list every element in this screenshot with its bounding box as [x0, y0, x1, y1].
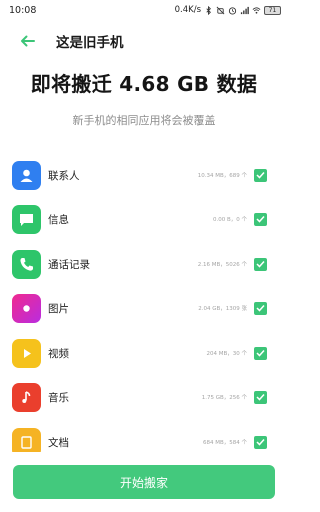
checkmark-icon — [256, 215, 265, 223]
list-item-messages[interactable]: 信息 0.00 B，0 个 — [0, 197, 288, 241]
checkmark-icon — [256, 349, 265, 357]
checkmark-icon — [256, 393, 265, 401]
checkmark-icon — [256, 171, 265, 179]
item-label: 视频 — [48, 347, 69, 360]
status-indicators: 0.4K/s 71 — [175, 5, 281, 15]
gallery-icon — [12, 293, 41, 323]
item-label: 联系人 — [48, 169, 80, 182]
network-speed: 0.4K/s — [174, 5, 201, 15]
item-label: 通话记录 — [48, 258, 90, 271]
back-button[interactable] — [16, 32, 38, 50]
checkmark-icon — [256, 260, 265, 268]
item-checkbox[interactable] — [254, 257, 267, 271]
item-label: 图片 — [48, 302, 69, 315]
item-size: 2.04 GB，1309 张 — [198, 306, 247, 312]
item-checkbox[interactable] — [254, 435, 267, 449]
signal-icon — [240, 6, 249, 14]
phone-icon — [12, 249, 41, 279]
item-checkbox[interactable] — [254, 346, 267, 360]
item-size: 1.75 GB，256 个 — [201, 395, 247, 401]
item-label: 文档 — [48, 436, 69, 449]
status-bar: 10:08 0.4K/s 71 — [0, 0, 288, 20]
item-size: 10.34 MB，689 个 — [197, 173, 247, 179]
status-time: 10:08 — [9, 4, 37, 16]
overwrite-notice: 新手机的相同应用将会被覆盖 — [72, 114, 216, 127]
list-item-photos[interactable]: 图片 2.04 GB，1309 张 — [0, 286, 288, 330]
bluetooth-icon — [206, 5, 211, 15]
item-checkbox[interactable] — [254, 212, 267, 226]
music-icon — [12, 382, 41, 412]
item-label: 音乐 — [48, 391, 69, 404]
checkmark-icon — [256, 304, 265, 312]
contacts-icon — [12, 160, 41, 190]
item-checkbox[interactable] — [254, 301, 267, 315]
message-icon — [12, 204, 41, 234]
header: 这是旧手机 — [0, 28, 288, 54]
checkmark-icon — [256, 438, 265, 446]
list-item-videos[interactable]: 视频 204 MB，30 个 — [0, 331, 288, 375]
item-checkbox[interactable] — [254, 168, 267, 182]
start-transfer-button[interactable]: 开始搬家 — [13, 465, 275, 499]
transfer-size-headline: 即将搬迁 4.68 GB 数据 — [30, 72, 258, 96]
silent-icon — [216, 6, 225, 14]
item-label: 信息 — [48, 213, 69, 226]
wifi-icon — [252, 6, 261, 14]
item-size: 684 MB，584 个 — [202, 440, 247, 446]
page-title: 这是旧手机 — [56, 35, 124, 51]
item-size: 204 MB，30 个 — [206, 351, 247, 357]
list-item-contacts[interactable]: 联系人 10.34 MB，689 个 — [0, 153, 288, 197]
item-size: 0.00 B，0 个 — [212, 217, 247, 223]
item-checkbox[interactable] — [254, 390, 267, 404]
list-item-music[interactable]: 音乐 1.75 GB，256 个 — [0, 375, 288, 419]
back-arrow-icon — [20, 35, 35, 47]
alarm-icon — [228, 6, 237, 15]
item-size: 2.16 MB，5026 个 — [197, 262, 247, 268]
battery-icon: 71 — [264, 5, 281, 15]
list-item-call-log[interactable]: 通话记录 2.16 MB，5026 个 — [0, 242, 288, 286]
video-icon — [12, 338, 41, 368]
